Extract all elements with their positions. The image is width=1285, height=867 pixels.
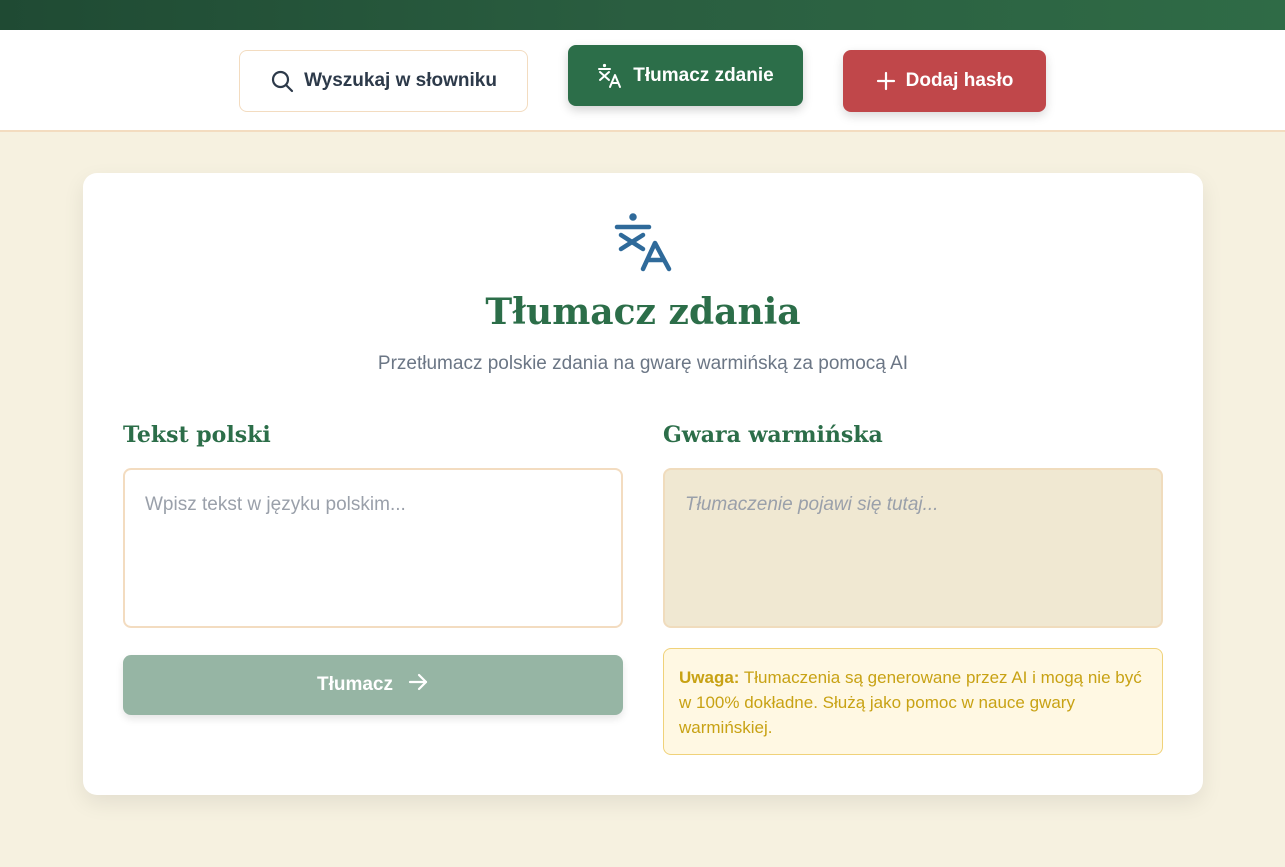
search-dictionary-label: Wyszukaj w słowniku: [304, 70, 497, 91]
notice-label: Uwaga:: [679, 668, 740, 687]
translator-card: Tłumacz zdania Przetłumacz polskie zdani…: [83, 173, 1203, 795]
source-heading: Tekst polski: [123, 422, 271, 448]
translate-sentence-label: Tłumacz zdanie: [633, 64, 774, 86]
translate-sentence-button[interactable]: Tłumacz zdanie: [568, 45, 803, 106]
notice-text: Tłumaczenia są generowane przez AI i mog…: [679, 668, 1142, 737]
translate-button[interactable]: Tłumacz: [123, 655, 623, 715]
ai-notice: Uwaga: Tłumaczenia są generowane przez A…: [663, 648, 1163, 755]
translate-icon: [597, 63, 623, 89]
target-heading: Gwara warmińska: [663, 422, 883, 448]
search-dictionary-button[interactable]: Wyszukaj w słowniku: [239, 50, 528, 112]
navbar: Wyszukaj w słowniku Tłumacz zdanie Dodaj…: [0, 30, 1285, 132]
page-subtitle: Przetłumacz polskie zdania na gwarę warm…: [377, 353, 909, 374]
add-entry-label: Dodaj hasło: [905, 70, 1014, 91]
polish-text-input[interactable]: [123, 468, 623, 628]
translate-button-label: Tłumacz: [316, 674, 394, 695]
top-bar: [0, 0, 1285, 30]
plus-icon: [876, 71, 896, 91]
translation-output: Tłumaczenie pojawi się tutaj...: [663, 468, 1163, 628]
arrow-right-icon: [407, 671, 429, 699]
translate-icon: [613, 213, 673, 278]
search-icon: [270, 69, 294, 93]
page-title: Tłumacz zdania: [485, 291, 801, 333]
add-entry-button[interactable]: Dodaj hasło: [843, 50, 1046, 112]
